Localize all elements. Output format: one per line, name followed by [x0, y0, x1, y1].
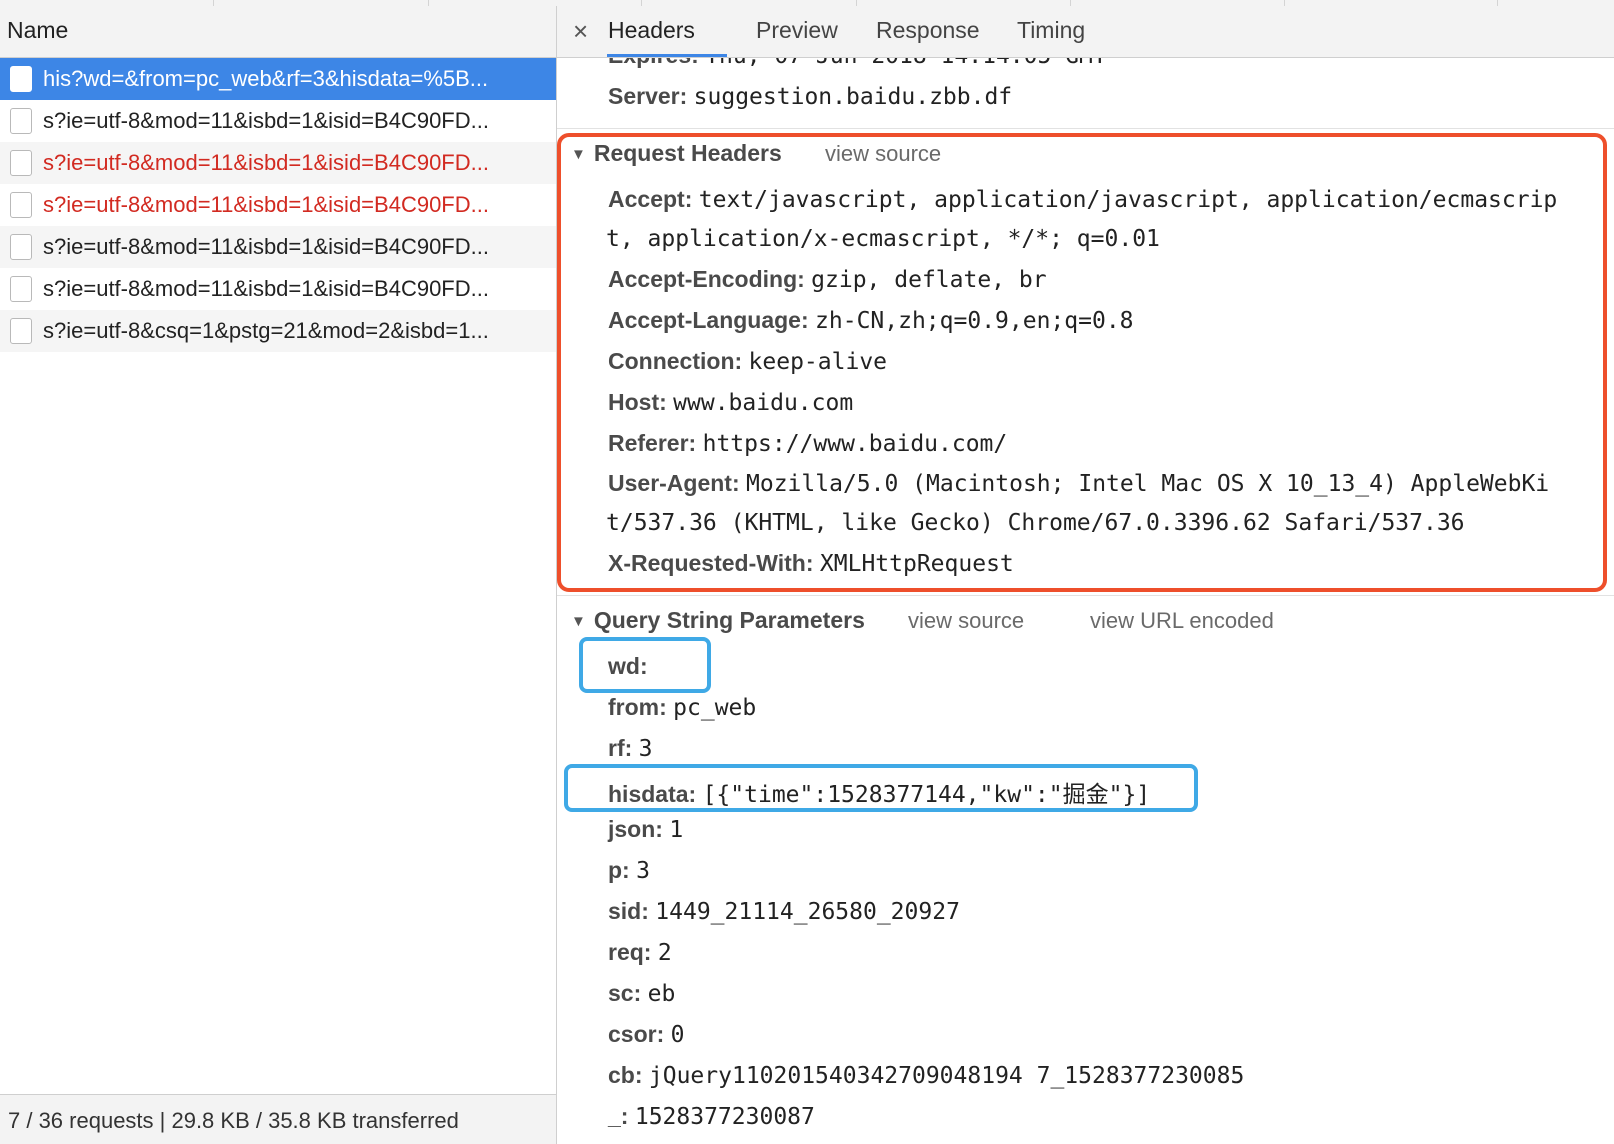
status-bar: 7 / 36 requests | 29.8 KB / 35.8 KB tran…: [0, 1094, 556, 1144]
param-value: 0: [670, 1022, 685, 1048]
param-key: csor:: [608, 1021, 665, 1047]
param-key: req:: [608, 939, 652, 965]
request-row[interactable]: s?ie=utf-8&mod=11&isbd=1&isid=B4C90FD...: [0, 100, 556, 142]
param-key: _:: [608, 1103, 629, 1129]
request-name: his?wd=&from=pc_web&rf=3&hisdata=%5B...: [43, 66, 489, 91]
param-req: req: 2: [608, 939, 672, 966]
param-rf: rf: 3: [608, 735, 653, 762]
param-p: p: 3: [608, 857, 650, 884]
request-summary: 7 / 36 requests | 29.8 KB / 35.8 KB tran…: [8, 1108, 459, 1133]
request-row[interactable]: s?ie=utf-8&mod=11&isbd=1&isid=B4C90FD...: [0, 142, 556, 184]
param-key: p:: [608, 857, 630, 883]
param-underscore: _: 1528377230087: [608, 1103, 815, 1130]
name-column-label: Name: [7, 17, 69, 43]
param-key: cb:: [608, 1062, 643, 1088]
section-divider: [557, 595, 1614, 596]
param-key: sc:: [608, 980, 642, 1006]
param-key: from:: [608, 694, 667, 720]
file-icon: [10, 276, 32, 302]
param-key: json:: [608, 816, 663, 842]
triangle-down-icon: ▼: [571, 613, 586, 630]
query-params-toggle[interactable]: ▼ Query String Parameters: [571, 607, 865, 634]
tab-headers[interactable]: Headers: [608, 17, 695, 44]
param-value: 1528377230087: [634, 1104, 815, 1130]
param-value: jQuery110201540342709048194 7_1528377230…: [648, 1063, 1245, 1089]
request-name: s?ie=utf-8&mod=11&isbd=1&isid=B4C90FD...: [43, 276, 489, 301]
request-name: s?ie=utf-8&mod=11&isbd=1&isid=B4C90FD...: [43, 150, 489, 175]
param-key: rf:: [608, 735, 633, 761]
param-sc: sc: eb: [608, 980, 675, 1007]
request-row[interactable]: his?wd=&from=pc_web&rf=3&hisdata=%5B...: [0, 58, 556, 100]
request-row[interactable]: s?ie=utf-8&mod=11&isbd=1&isid=B4C90FD...: [0, 226, 556, 268]
tab-preview[interactable]: Preview: [756, 17, 838, 44]
param-value: pc_web: [673, 695, 757, 721]
file-icon: [10, 318, 32, 344]
file-icon: [10, 150, 32, 176]
requests-panel: Name his?wd=&from=pc_web&rf=3&hisdata=%5…: [0, 6, 557, 1144]
request-row[interactable]: s?ie=utf-8&csq=1&pstg=21&mod=2&isbd=1...: [0, 310, 556, 352]
file-icon: [10, 66, 32, 92]
file-icon: [10, 234, 32, 260]
request-name: s?ie=utf-8&mod=11&isbd=1&isid=B4C90FD...: [43, 108, 489, 133]
request-row[interactable]: s?ie=utf-8&mod=11&isbd=1&isid=B4C90FD...: [0, 184, 556, 226]
close-icon[interactable]: ×: [573, 16, 588, 47]
param-value: 3: [636, 858, 650, 884]
active-tab-indicator: [607, 54, 727, 57]
param-value: 3: [638, 736, 653, 762]
request-headers-highlight: [557, 133, 1607, 592]
header-key: Server:: [608, 83, 688, 109]
param-sid: sid: 1449_21114_26580_20927: [608, 898, 960, 925]
param-from: from: pc_web: [608, 694, 756, 721]
header-value: suggestion.baidu.zbb.df: [693, 84, 1013, 110]
param-value: 1449_21114_26580_20927: [655, 899, 960, 925]
request-list: his?wd=&from=pc_web&rf=3&hisdata=%5B... …: [0, 58, 556, 352]
hisdata-param-highlight: [564, 764, 1198, 812]
request-name: s?ie=utf-8&mod=11&isbd=1&isid=B4C90FD...: [43, 192, 489, 217]
param-key: sid:: [608, 898, 649, 924]
tab-timing[interactable]: Timing: [1017, 17, 1085, 44]
headers-content[interactable]: Expires: Thu, 07 Jun 2018 14:14:05 GMT S…: [557, 6, 1614, 1144]
tab-response[interactable]: Response: [876, 17, 980, 44]
request-name: s?ie=utf-8&csq=1&pstg=21&mod=2&isbd=1...: [43, 318, 489, 343]
name-column-header[interactable]: Name: [0, 6, 556, 58]
param-value: eb: [647, 981, 676, 1007]
section-title: Query String Parameters: [593, 607, 865, 633]
request-name: s?ie=utf-8&mod=11&isbd=1&isid=B4C90FD...: [43, 234, 489, 259]
param-value: 2: [657, 940, 672, 966]
file-icon: [10, 192, 32, 218]
file-icon: [10, 108, 32, 134]
view-source-link[interactable]: view source: [908, 608, 1024, 634]
request-row[interactable]: s?ie=utf-8&mod=11&isbd=1&isid=B4C90FD...: [0, 268, 556, 310]
section-divider: [557, 128, 1614, 129]
param-cb: cb: jQuery110201540342709048194 7_152837…: [608, 1062, 1244, 1089]
headers-panel: Expires: Thu, 07 Jun 2018 14:14:05 GMT S…: [557, 6, 1614, 1144]
view-url-encoded-link[interactable]: view URL encoded: [1090, 608, 1274, 634]
param-csor: csor: 0: [608, 1021, 685, 1048]
param-value: 1: [669, 817, 684, 843]
detail-tab-bar: × Headers Preview Response Timing: [557, 6, 1614, 58]
wd-param-highlight: [579, 637, 711, 693]
param-json: json: 1: [608, 816, 683, 843]
header-server: Server: suggestion.baidu.zbb.df: [608, 83, 1012, 110]
